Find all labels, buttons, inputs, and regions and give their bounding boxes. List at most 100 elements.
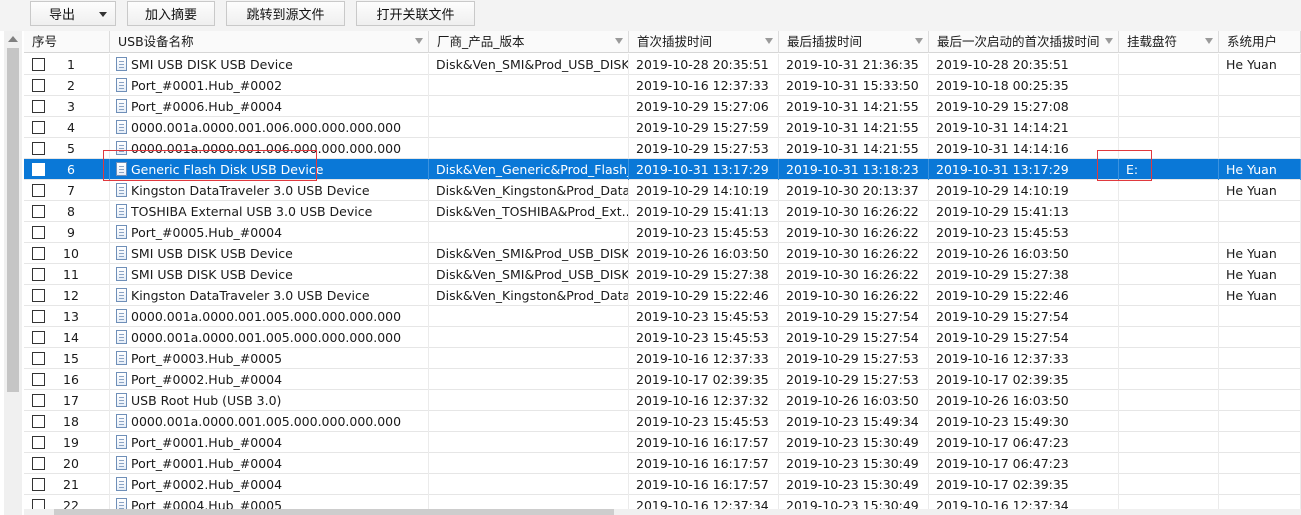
row-index: 6 — [67, 162, 75, 177]
header-col-last-plug[interactable]: 最后插拔时间 — [779, 31, 929, 53]
row-checkbox[interactable] — [32, 373, 45, 386]
table-row[interactable]: 3 Port_#0006.Hub_#0004 2019-10-29 15:27:06… — [24, 96, 1301, 117]
row-checkbox[interactable] — [32, 268, 45, 281]
row-checkbox[interactable] — [32, 310, 45, 323]
row-checkbox[interactable] — [32, 121, 45, 134]
header-col-system-user[interactable]: 系统用户 — [1219, 31, 1301, 53]
add-abstract-button[interactable]: 加入摘要 — [127, 1, 215, 26]
col-first-plug-cell: 2019-10-29 15:27:59 — [629, 117, 779, 138]
header-col-drive-letter[interactable]: 挂载盘符 — [1119, 31, 1219, 53]
row-checkbox[interactable] — [32, 436, 45, 449]
row-checkbox[interactable] — [32, 352, 45, 365]
col-last-plug-cell: 2019-10-23 15:30:49 — [779, 474, 929, 495]
filter-icon[interactable] — [1105, 38, 1113, 44]
table-row[interactable]: 11 SMI USB DISK USB Device Disk&Ven_SMI&Pr… — [24, 264, 1301, 285]
table-row[interactable]: 13 0000.001a.0000.001.005.000.000.000.000… — [24, 306, 1301, 327]
col-first-plug-cell: 2019-10-29 15:41:13 — [629, 201, 779, 222]
col-first-plug-cell: 2019-10-23 15:45:53 — [629, 327, 779, 348]
col-first-plug-cell: 2019-10-23 15:45:53 — [629, 306, 779, 327]
col-drive-letter-cell — [1119, 306, 1219, 327]
col-vendor-cell — [429, 138, 629, 159]
header-col-index[interactable]: 序号 — [24, 31, 110, 53]
table-row[interactable]: 4 0000.001a.0000.001.006.000.000.000.000 2… — [24, 117, 1301, 138]
chevron-down-icon[interactable] — [99, 12, 107, 17]
header-col-first-plug[interactable]: 首次插拔时间 — [629, 31, 779, 53]
table-row[interactable]: 14 0000.001a.0000.001.005.000.000.000.000… — [24, 327, 1301, 348]
col-last-plug-cell: 2019-10-23 15:49:34 — [779, 411, 929, 432]
table-row[interactable]: 19 Port_#0001.Hub_#0004 2019-10-16 16:17:5… — [24, 432, 1301, 453]
table-row[interactable]: 9 Port_#0005.Hub_#0004 2019-10-23 15:45:53… — [24, 222, 1301, 243]
col-system-user-cell: He Yuan — [1219, 180, 1301, 201]
col-system-user-cell — [1219, 453, 1301, 474]
filter-icon[interactable] — [765, 38, 773, 44]
table-row[interactable]: 2 Port_#0001.Hub_#0002 2019-10-16 12:37:33… — [24, 75, 1301, 96]
row-checkbox[interactable] — [32, 289, 45, 302]
row-checkbox[interactable] — [32, 457, 45, 470]
col-vendor-cell — [429, 75, 629, 96]
row-checkbox[interactable] — [32, 247, 45, 260]
col-first-plug-cell: 2019-10-16 16:17:57 — [629, 474, 779, 495]
col-boot-first-plug-cell: 2019-10-28 20:35:51 — [929, 54, 1119, 75]
table-row[interactable]: 8 TOSHIBA External USB 3.0 USB Device Disk… — [24, 201, 1301, 222]
col-system-user-cell — [1219, 201, 1301, 222]
col-boot-first-plug-cell: 2019-10-17 06:47:23 — [929, 432, 1119, 453]
table-row[interactable]: 21 Port_#0002.Hub_#0004 2019-10-16 16:17:5… — [24, 474, 1301, 495]
table-row[interactable]: 17 USB Root Hub (USB 3.0) 2019-10-16 12:37… — [24, 390, 1301, 411]
col-last-plug-cell: 2019-10-30 16:26:22 — [779, 243, 929, 264]
col-drive-letter-cell — [1119, 285, 1219, 306]
filter-icon[interactable] — [415, 38, 423, 44]
horizontal-scrollbar[interactable] — [24, 509, 1301, 515]
device-name-text: Kingston DataTraveler 3.0 USB Device — [131, 183, 370, 198]
row-checkbox[interactable] — [32, 205, 45, 218]
table-row[interactable]: 16 Port_#0002.Hub_#0004 2019-10-17 02:39:3… — [24, 369, 1301, 390]
table-row[interactable]: 1 SMI USB DISK USB Device Disk&Ven_SMI&Pro… — [24, 54, 1301, 75]
col-index-cell: 21 — [24, 474, 110, 495]
open-related-file-button[interactable]: 打开关联文件 — [356, 1, 475, 26]
header-col-device-name[interactable]: USB设备名称 — [110, 31, 429, 53]
scrollbar-thumb[interactable] — [7, 48, 19, 392]
row-checkbox[interactable] — [32, 58, 45, 71]
row-checkbox[interactable] — [32, 331, 45, 344]
document-icon — [116, 435, 127, 449]
table-row[interactable]: 10 SMI USB DISK USB Device Disk&Ven_SMI&Pr… — [24, 243, 1301, 264]
row-checkbox[interactable] — [32, 79, 45, 92]
row-checkbox[interactable] — [32, 163, 45, 176]
row-checkbox[interactable] — [32, 142, 45, 155]
export-dropdown-button[interactable]: 导出 — [30, 1, 116, 26]
row-checkbox[interactable] — [32, 226, 45, 239]
header-col-vendor[interactable]: 厂商_产品_版本 — [429, 31, 629, 53]
row-checkbox[interactable] — [32, 478, 45, 491]
header-label: 挂载盘符 — [1127, 34, 1178, 49]
table-row[interactable]: 15 Port_#0003.Hub_#0005 2019-10-16 12:37:3… — [24, 348, 1301, 369]
table-row[interactable]: 7 Kingston DataTraveler 3.0 USB Device Dis… — [24, 180, 1301, 201]
filter-icon[interactable] — [1205, 38, 1213, 44]
col-last-plug-cell: 2019-10-30 16:26:22 — [779, 285, 929, 306]
col-last-plug-cell: 2019-10-30 16:26:22 — [779, 201, 929, 222]
device-name-text: SMI USB DISK USB Device — [131, 246, 293, 261]
col-vendor-cell — [429, 222, 629, 243]
col-first-plug-cell: 2019-10-29 15:22:46 — [629, 285, 779, 306]
col-last-plug-cell: 2019-10-29 15:27:53 — [779, 348, 929, 369]
vertical-scrollbar[interactable] — [4, 31, 22, 515]
col-boot-first-plug-cell: 2019-10-29 15:22:46 — [929, 285, 1119, 306]
row-checkbox[interactable] — [32, 100, 45, 113]
horizontal-scrollbar-thumb[interactable] — [54, 509, 614, 515]
header-col-boot-first-plug[interactable]: 最后一次启动的首次插拔时间 — [929, 31, 1119, 53]
filter-icon[interactable] — [615, 38, 623, 44]
document-icon — [116, 225, 127, 239]
col-boot-first-plug-cell: 2019-10-29 15:27:08 — [929, 96, 1119, 117]
col-system-user-cell — [1219, 411, 1301, 432]
row-checkbox[interactable] — [32, 415, 45, 428]
row-checkbox[interactable] — [32, 184, 45, 197]
table-row[interactable]: 12 Kingston DataTraveler 3.0 USB Device Di… — [24, 285, 1301, 306]
scroll-up-arrow-icon[interactable] — [8, 36, 18, 42]
table-row[interactable]: 18 0000.001a.0000.001.005.000.000.000.000… — [24, 411, 1301, 432]
table-row[interactable]: 20 Port_#0001.Hub_#0004 2019-10-16 16:17:5… — [24, 453, 1301, 474]
filter-icon[interactable] — [915, 38, 923, 44]
header-label: 最后一次启动的首次插拔时间 — [937, 34, 1100, 49]
jump-to-source-button[interactable]: 跳转到源文件 — [226, 1, 345, 26]
col-last-plug-cell: 2019-10-30 16:26:22 — [779, 264, 929, 285]
col-first-plug-cell: 2019-10-29 15:27:06 — [629, 96, 779, 117]
row-checkbox[interactable] — [32, 394, 45, 407]
document-icon — [116, 57, 127, 71]
